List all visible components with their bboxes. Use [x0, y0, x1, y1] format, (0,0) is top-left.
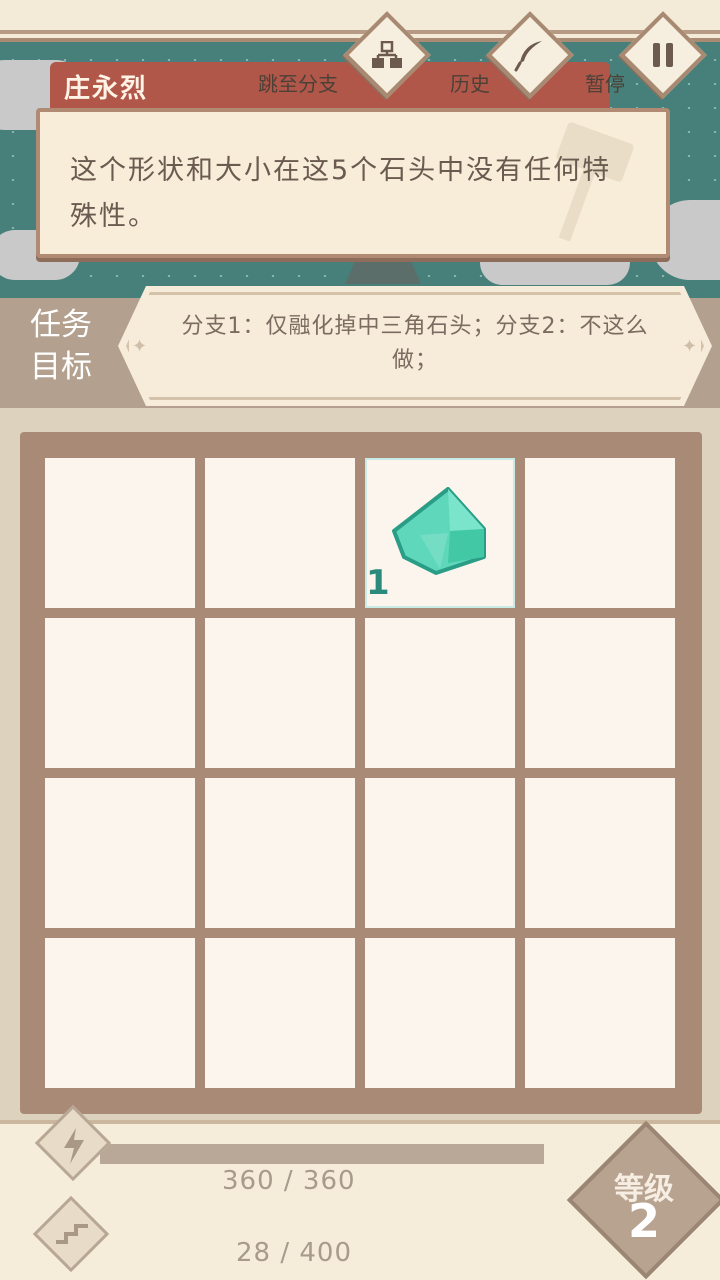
board-cell-r2-c1[interactable] [45, 618, 195, 768]
board-cell-r4-c3[interactable] [365, 938, 515, 1088]
board-cell-r3-c2[interactable] [205, 778, 355, 928]
board-cell-r2-c3[interactable] [365, 618, 515, 768]
dialog-box[interactable]: 这个形状和大小在这5个石头中没有任何特殊性。 [36, 108, 670, 258]
energy-bar [100, 1144, 544, 1164]
board-cell-r1-c2[interactable] [205, 458, 355, 608]
mission-title-line1: 任务 [30, 307, 92, 343]
mission-title: 任务 目标 [18, 304, 104, 388]
history-label[interactable]: 历史 [450, 68, 490, 97]
experience-value: 28 / 400 [236, 1238, 352, 1268]
sparkle-icon: ✦ [682, 336, 698, 357]
lectern-stand [345, 258, 421, 284]
board-cell-r3-c4[interactable] [525, 778, 675, 928]
board-cell-r2-c2[interactable] [205, 618, 355, 768]
board-cell-r1-c1[interactable] [45, 458, 195, 608]
sparkle-icon: ✦ [132, 336, 148, 357]
energy-bar-fill [100, 1144, 544, 1164]
pause-icon [633, 25, 693, 85]
level-value: 2 [627, 1194, 660, 1248]
board-cell-r4-c4[interactable] [525, 938, 675, 1088]
stone-number: 1 [366, 563, 390, 603]
board-cell-r1-c4[interactable] [525, 458, 675, 608]
zigzag-icon [56, 1224, 88, 1244]
stone-piece[interactable] [390, 485, 490, 577]
board-cell-r3-c1[interactable] [45, 778, 195, 928]
mission-goal-text: 分支1：仅融化掉中三角石头；分支2：不这么做； [181, 314, 649, 373]
quill-icon [500, 25, 560, 85]
pause-label[interactable]: 暂停 [585, 68, 625, 97]
board-cell-r2-c4[interactable] [525, 618, 675, 768]
dialog-text: 这个形状和大小在这5个石头中没有任何特殊性。 [70, 155, 612, 232]
board-cell-r4-c2[interactable] [205, 938, 355, 1088]
board-cell-r3-c3[interactable] [365, 778, 515, 928]
lightning-icon [64, 1128, 84, 1164]
speaker-name: 庄永烈 [64, 74, 149, 104]
jump-branch-label[interactable]: 跳至分支 [258, 68, 338, 97]
branch-icon [357, 25, 417, 85]
energy-value: 360 / 360 [222, 1166, 356, 1196]
board-cell-r4-c1[interactable] [45, 938, 195, 1088]
mission-title-line2: 目标 [30, 349, 92, 385]
